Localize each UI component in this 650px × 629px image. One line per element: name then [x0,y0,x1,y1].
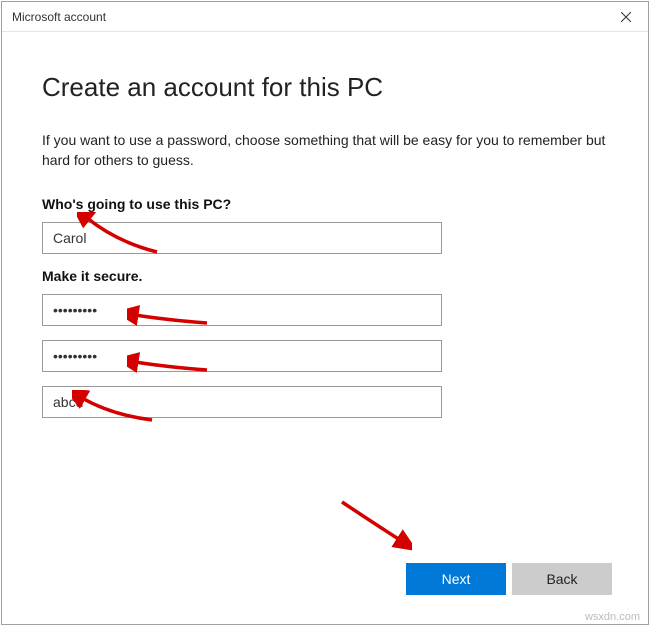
dialog-content: Create an account for this PC If you wan… [2,32,648,554]
back-button[interactable]: Back [512,563,612,595]
page-title: Create an account for this PC [42,72,608,103]
next-button[interactable]: Next [406,563,506,595]
close-icon [621,12,631,22]
confirm-password-input[interactable] [42,340,442,372]
username-section-label: Who's going to use this PC? [42,196,608,212]
secure-section-label: Make it secure. [42,268,608,284]
annotation-arrow-icon [332,492,412,552]
dialog-window: Microsoft account Create an account for … [1,1,649,625]
page-description: If you want to use a password, choose so… [42,131,608,170]
close-button[interactable] [603,2,648,32]
window-title: Microsoft account [12,10,106,24]
watermark-text: wsxdn.com [585,611,640,623]
dialog-footer: Next Back [2,554,648,624]
username-input[interactable] [42,222,442,254]
password-hint-input[interactable] [42,386,442,418]
titlebar: Microsoft account [2,2,648,32]
password-input[interactable] [42,294,442,326]
